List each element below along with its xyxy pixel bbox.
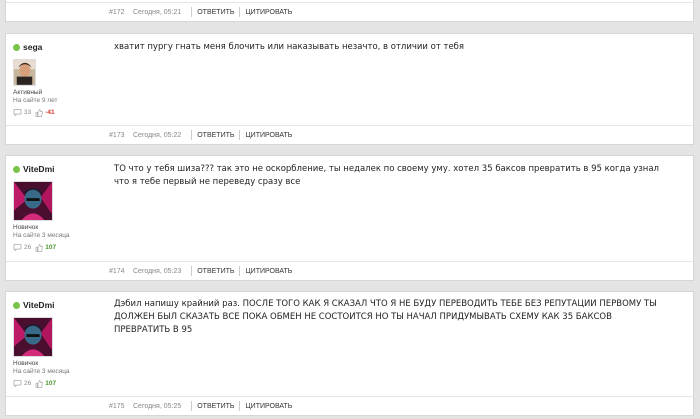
post-time: Сегодня, 05:21 [133,8,182,16]
online-status-icon [13,301,20,309]
messages-count: 26 [24,380,32,387]
forum-post: sega Активный На сайте 9 лет 33 -41 хват… [5,33,694,145]
user-rank: Новичок [13,360,39,367]
post-number[interactable]: #174 [109,268,131,275]
avatar[interactable] [13,181,53,221]
reputation-score: 107 [45,380,57,387]
user-stats: 33 -41 [13,108,108,117]
post-author: ViteDmi Новичок На сайте 3 месяца 26 107 [13,163,108,252]
author-name[interactable]: ViteDmi [23,164,55,174]
thumbs-up-icon [35,379,44,388]
forum-post: ViteDmi Новичок На сайте 3 месяца 26 107… [5,291,694,416]
user-rank: Новичок [13,224,39,231]
quote-button[interactable]: ЦИТИРОВАТЬ [240,132,297,139]
reputation-score: 107 [45,244,57,251]
author-name-row: ViteDmi [13,163,108,175]
speech-bubble-icon [13,244,22,251]
messages-count: 26 [24,244,32,251]
speech-bubble-icon [13,380,22,387]
user-stats: 26 107 [13,243,108,252]
post-footer: #174 Сегодня, 05:23 ОТВЕТИТЬ ЦИТИРОВАТЬ [6,261,693,280]
forum-post: ViteDmi Новичок На сайте 3 месяца 26 107… [5,155,694,281]
reply-button[interactable]: ОТВЕТИТЬ [192,9,239,16]
reputation-score: -41 [45,109,55,116]
messages-count: 33 [24,109,32,116]
post-message: Дэбил напишу крайний раз. ПОСЛЕ ТОГО КАК… [114,299,657,335]
post-footer: #175 Сегодня, 05:25 ОТВЕТИТЬ ЦИТИРОВАТЬ [6,396,693,415]
online-status-icon [13,165,20,173]
reply-button[interactable]: ОТВЕТИТЬ [192,403,239,410]
author-name-row: ViteDmi [13,299,108,311]
post-message: хватит пургу гнать меня блочить или нака… [114,42,465,52]
post-time: Сегодня, 05:25 [133,402,182,410]
reply-button[interactable]: ОТВЕТИТЬ [192,132,239,139]
thumbs-up-icon [35,243,44,252]
author-name[interactable]: sega [23,42,42,52]
reply-button[interactable]: ОТВЕТИТЬ [192,268,239,275]
forum-post: #172 Сегодня, 05:21 ОТВЕТИТЬ ЦИТИРОВАТЬ [5,0,694,22]
user-stats: 26 107 [13,379,108,388]
thumbs-up-icon [35,108,44,117]
author-name-row: sega [13,41,108,53]
post-footer: #173 Сегодня, 05:22 ОТВЕТИТЬ ЦИТИРОВАТЬ [6,125,693,144]
member-since: На сайте 9 лет [13,97,58,104]
author-name[interactable]: ViteDmi [23,300,55,310]
user-rank: Активный [13,89,43,96]
member-since: На сайте 3 месяца [13,232,70,239]
quote-button[interactable]: ЦИТИРОВАТЬ [240,9,297,16]
post-author: ViteDmi Новичок На сайте 3 месяца 26 107 [13,299,108,388]
avatar[interactable] [13,59,36,86]
post-footer: #172 Сегодня, 05:21 ОТВЕТИТЬ ЦИТИРОВАТЬ [6,2,693,21]
speech-bubble-icon [13,109,22,116]
post-time: Сегодня, 05:23 [133,267,182,275]
quote-button[interactable]: ЦИТИРОВАТЬ [240,268,297,275]
avatar[interactable] [13,317,53,357]
post-author: sega Активный На сайте 9 лет 33 -41 [13,41,108,117]
post-number[interactable]: #172 [109,9,131,16]
post-message: ТО что у тебя шиза??? так это не оскорбл… [114,164,659,187]
post-number[interactable]: #173 [109,132,131,139]
post-time: Сегодня, 05:22 [133,131,182,139]
quote-button[interactable]: ЦИТИРОВАТЬ [240,403,297,410]
online-status-icon [13,43,20,51]
member-since: На сайте 3 месяца [13,368,70,375]
post-number[interactable]: #175 [109,403,131,410]
